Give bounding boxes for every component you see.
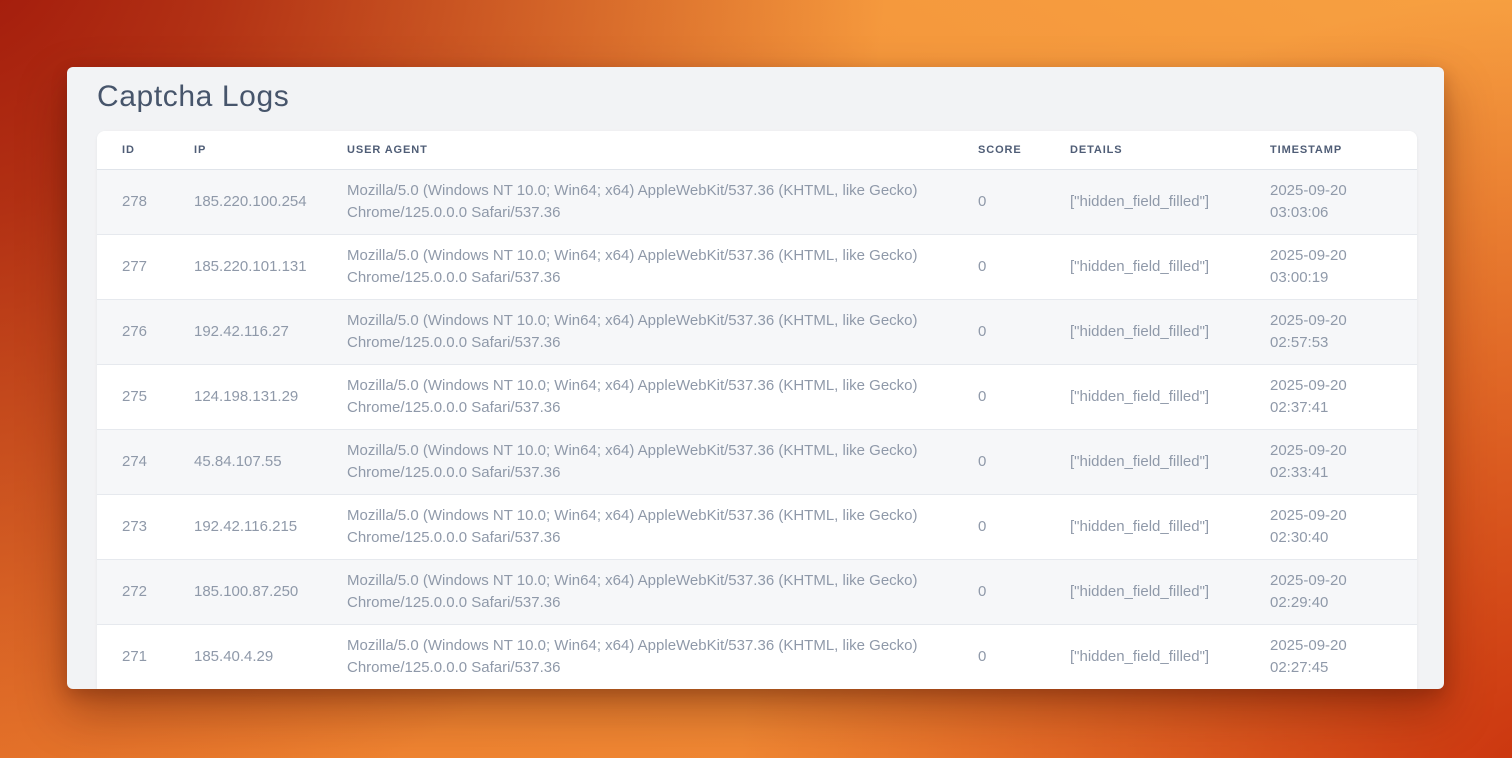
cell-ip: 192.42.116.27 (169, 299, 322, 364)
cell-id: 272 (97, 559, 169, 624)
cell-details: ["hidden_field_filled"] (1045, 169, 1245, 234)
column-header-score: SCORE (953, 131, 1045, 169)
cell-user-agent: Mozilla/5.0 (Windows NT 10.0; Win64; x64… (322, 364, 953, 429)
cell-score: 0 (953, 429, 1045, 494)
cell-user-agent: Mozilla/5.0 (Windows NT 10.0; Win64; x64… (322, 234, 953, 299)
cell-score: 0 (953, 234, 1045, 299)
cell-ip: 45.84.107.55 (169, 429, 322, 494)
column-header-user-agent: USER AGENT (322, 131, 953, 169)
cell-user-agent: Mozilla/5.0 (Windows NT 10.0; Win64; x64… (322, 299, 953, 364)
cell-user-agent: Mozilla/5.0 (Windows NT 10.0; Win64; x64… (322, 494, 953, 559)
column-header-ip: IP (169, 131, 322, 169)
log-table-row: 272 185.100.87.250 Mozilla/5.0 (Windows … (97, 559, 1417, 624)
cell-ip: 192.42.116.215 (169, 494, 322, 559)
cell-timestamp: 2025-09-20 02:33:41 (1245, 429, 1417, 494)
cell-user-agent: Mozilla/5.0 (Windows NT 10.0; Win64; x64… (322, 169, 953, 234)
page-title: Captcha Logs (97, 77, 289, 117)
column-header-timestamp: TIMESTAMP (1245, 131, 1417, 169)
cell-id: 276 (97, 299, 169, 364)
cell-timestamp: 2025-09-20 02:57:53 (1245, 299, 1417, 364)
cell-id: 274 (97, 429, 169, 494)
cell-user-agent: Mozilla/5.0 (Windows NT 10.0; Win64; x64… (322, 559, 953, 624)
cell-id: 277 (97, 234, 169, 299)
cell-details: ["hidden_field_filled"] (1045, 429, 1245, 494)
cell-user-agent: Mozilla/5.0 (Windows NT 10.0; Win64; x64… (322, 429, 953, 494)
cell-score: 0 (953, 169, 1045, 234)
logs-table-body: 278 185.220.100.254 Mozilla/5.0 (Windows… (97, 169, 1417, 689)
cell-score: 0 (953, 559, 1045, 624)
cell-timestamp: 2025-09-20 02:30:40 (1245, 494, 1417, 559)
cell-timestamp: 2025-09-20 02:29:40 (1245, 559, 1417, 624)
logs-table-container: ID IP USER AGENT SCORE DETAILS TIMESTAMP… (97, 131, 1417, 689)
log-table-row: 271 185.40.4.29 Mozilla/5.0 (Windows NT … (97, 624, 1417, 689)
cell-details: ["hidden_field_filled"] (1045, 624, 1245, 689)
cell-timestamp: 2025-09-20 03:03:06 (1245, 169, 1417, 234)
cell-id: 278 (97, 169, 169, 234)
cell-score: 0 (953, 364, 1045, 429)
cell-user-agent: Mozilla/5.0 (Windows NT 10.0; Win64; x64… (322, 624, 953, 689)
cell-details: ["hidden_field_filled"] (1045, 234, 1245, 299)
log-table-row: 278 185.220.100.254 Mozilla/5.0 (Windows… (97, 169, 1417, 234)
cell-ip: 185.220.101.131 (169, 234, 322, 299)
cell-timestamp: 2025-09-20 02:37:41 (1245, 364, 1417, 429)
cell-score: 0 (953, 494, 1045, 559)
cell-ip: 185.220.100.254 (169, 169, 322, 234)
cell-details: ["hidden_field_filled"] (1045, 364, 1245, 429)
cell-id: 275 (97, 364, 169, 429)
log-table-row: 275 124.198.131.29 Mozilla/5.0 (Windows … (97, 364, 1417, 429)
column-header-id: ID (97, 131, 169, 169)
cell-ip: 124.198.131.29 (169, 364, 322, 429)
logs-table: ID IP USER AGENT SCORE DETAILS TIMESTAMP… (97, 131, 1417, 689)
log-table-row: 273 192.42.116.215 Mozilla/5.0 (Windows … (97, 494, 1417, 559)
cell-ip: 185.40.4.29 (169, 624, 322, 689)
captcha-logs-card: Captcha Logs ID IP USER AGENT SCORE DETA… (67, 67, 1444, 689)
table-header-row: ID IP USER AGENT SCORE DETAILS TIMESTAMP (97, 131, 1417, 169)
log-table-row: 276 192.42.116.27 Mozilla/5.0 (Windows N… (97, 299, 1417, 364)
column-header-details: DETAILS (1045, 131, 1245, 169)
cell-ip: 185.100.87.250 (169, 559, 322, 624)
cell-id: 273 (97, 494, 169, 559)
cell-score: 0 (953, 624, 1045, 689)
cell-timestamp: 2025-09-20 03:00:19 (1245, 234, 1417, 299)
log-table-row: 274 45.84.107.55 Mozilla/5.0 (Windows NT… (97, 429, 1417, 494)
cell-id: 271 (97, 624, 169, 689)
cell-details: ["hidden_field_filled"] (1045, 559, 1245, 624)
cell-details: ["hidden_field_filled"] (1045, 494, 1245, 559)
cell-timestamp: 2025-09-20 02:27:45 (1245, 624, 1417, 689)
log-table-row: 277 185.220.101.131 Mozilla/5.0 (Windows… (97, 234, 1417, 299)
cell-score: 0 (953, 299, 1045, 364)
cell-details: ["hidden_field_filled"] (1045, 299, 1245, 364)
